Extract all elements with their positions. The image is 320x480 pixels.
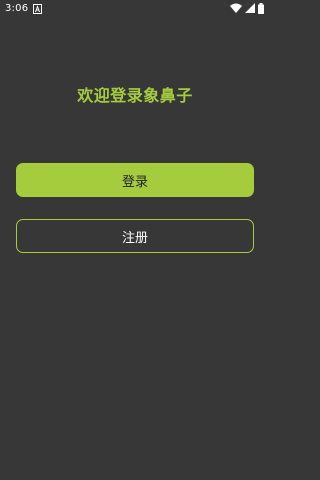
register-button-label: 注册 xyxy=(121,230,148,246)
register-button[interactable]: 注册 xyxy=(16,219,254,253)
wifi-icon xyxy=(230,3,242,16)
cell-signal-icon xyxy=(245,3,255,16)
status-bar: 3:06 xyxy=(0,0,270,20)
a-notification-icon xyxy=(33,4,42,14)
login-button[interactable]: 登录 xyxy=(16,163,254,197)
welcome-title: 欢迎登录象鼻子 xyxy=(77,86,193,105)
app-screen: 3:06 欢迎登录象鼻子 登录 注册 xyxy=(0,0,270,480)
login-button-label: 登录 xyxy=(121,174,148,190)
status-time: 3:06 xyxy=(5,3,29,14)
battery-icon xyxy=(258,2,264,17)
status-icons xyxy=(230,2,264,17)
